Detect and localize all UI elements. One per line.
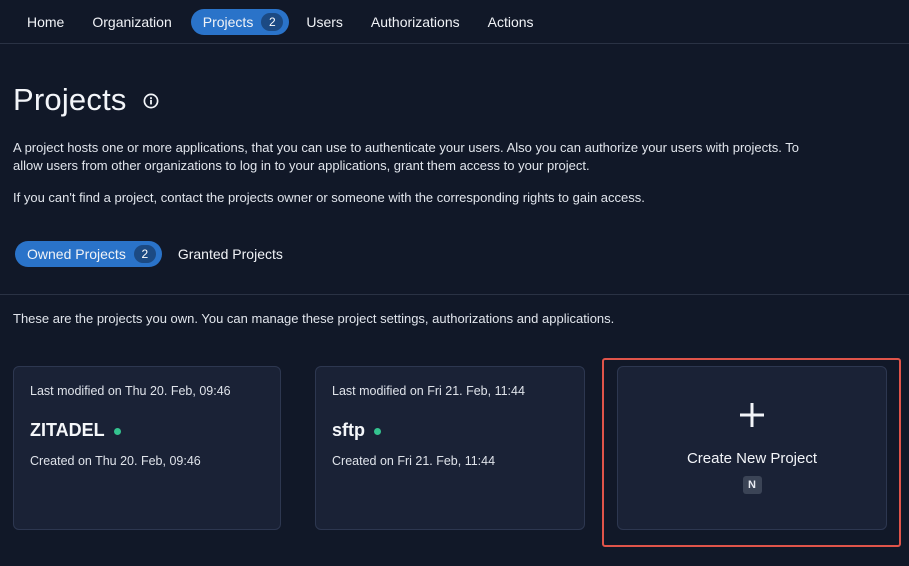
create-new-project-card[interactable]: Create New Project N <box>617 366 887 530</box>
project-modified-date: Last modified on Fri 21. Feb, 11:44 <box>332 384 525 398</box>
info-icon[interactable] <box>143 93 159 109</box>
nav-home-label: Home <box>27 13 65 30</box>
owned-projects-count-badge: 2 <box>133 245 156 263</box>
page-description-access: If you can't find a project, contact the… <box>13 190 645 205</box>
nav-home[interactable]: Home <box>14 9 77 35</box>
tab-granted-projects-label: Granted Projects <box>177 246 283 262</box>
nav-organization-label: Organization <box>92 13 172 30</box>
active-status-dot <box>374 427 381 435</box>
project-created-date: Created on Thu 20. Feb, 09:46 <box>30 454 201 468</box>
nav-organization[interactable]: Organization <box>79 9 184 35</box>
page-title: Projects <box>13 82 127 117</box>
project-name-row: sftp <box>332 420 381 441</box>
project-name: sftp <box>332 420 365 440</box>
nav-projects[interactable]: Projects 2 <box>190 8 290 35</box>
active-status-dot <box>113 427 121 435</box>
project-tabs: Owned Projects 2 Granted Projects <box>15 241 295 267</box>
nav-actions-label: Actions <box>487 13 534 30</box>
page-header: Projects <box>13 82 159 118</box>
nav-authorizations[interactable]: Authorizations <box>358 9 473 35</box>
owned-projects-description: These are the projects you own. You can … <box>13 311 615 326</box>
tab-granted-projects[interactable]: Granted Projects <box>166 241 295 267</box>
plus-icon <box>740 403 764 427</box>
project-name-row: ZITADEL <box>30 420 121 441</box>
page-description: A project hosts one or more applications… <box>13 140 799 173</box>
project-modified-date: Last modified on Thu 20. Feb, 09:46 <box>30 384 231 398</box>
top-navigation: Home Organization Projects 2 Users Autho… <box>0 0 909 44</box>
keyboard-shortcut-badge: N <box>742 476 762 494</box>
project-card-sftp[interactable]: Last modified on Fri 21. Feb, 11:44 sftp… <box>315 366 585 530</box>
nav-users-label: Users <box>306 13 343 30</box>
project-card-zitadel[interactable]: Last modified on Thu 20. Feb, 09:46 ZITA… <box>13 366 281 530</box>
tab-owned-projects-label: Owned Projects <box>27 246 126 262</box>
nav-projects-count-badge: 2 <box>261 12 284 31</box>
section-divider <box>0 294 909 295</box>
nav-projects-label: Projects <box>202 13 254 30</box>
nav-authorizations-label: Authorizations <box>370 13 460 30</box>
nav-actions[interactable]: Actions <box>475 9 547 35</box>
project-created-date: Created on Fri 21. Feb, 11:44 <box>332 454 496 468</box>
tab-owned-projects[interactable]: Owned Projects 2 <box>15 241 162 267</box>
create-new-project-label: Create New Project <box>686 450 818 467</box>
nav-users[interactable]: Users <box>293 9 356 35</box>
project-name: ZITADEL <box>30 420 105 440</box>
